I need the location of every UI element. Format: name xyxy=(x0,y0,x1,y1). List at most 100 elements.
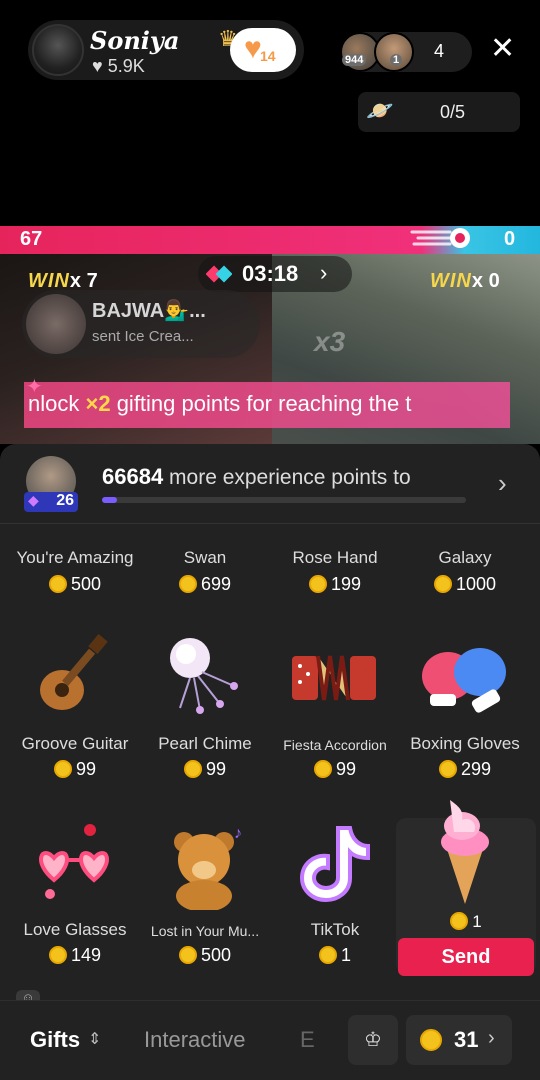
gift-price: 99 xyxy=(10,759,140,780)
coin-icon xyxy=(420,1029,442,1051)
gift-name: Rose Hand xyxy=(292,548,378,567)
coin-icon xyxy=(178,946,197,964)
host-likes: ♥ 5.9K xyxy=(92,56,145,77)
gift-price-value: 1 xyxy=(340,945,351,965)
gift-price: 199 xyxy=(270,574,400,595)
win-right-value: x 0 xyxy=(471,270,500,292)
coin-icon xyxy=(48,575,67,593)
experience-text: 66684 more experience points to xyxy=(102,464,411,490)
love-glasses-icon xyxy=(39,824,109,899)
win-label: WIN xyxy=(28,270,70,292)
coin-icon xyxy=(318,946,337,964)
gift-price: 99 xyxy=(270,759,400,780)
gift-price-value: 99 xyxy=(75,759,97,779)
heart-icon: ♥ xyxy=(92,56,103,76)
gift-price-value: 199 xyxy=(330,574,362,594)
gift-name: Boxing Gloves xyxy=(410,734,520,753)
boxing-gloves-icon xyxy=(422,648,506,713)
gift-price: 149 xyxy=(10,945,140,966)
follow-count: 14 xyxy=(260,48,276,64)
experience-progress-fill xyxy=(102,497,117,503)
bottom-bar: Gifts ⇕ Interactive E ♔ 31 › xyxy=(0,1000,540,1080)
sender-avatar xyxy=(26,294,86,354)
coin-icon xyxy=(183,760,202,778)
diamond-icon: ◆ xyxy=(28,492,39,508)
viewer-badge: 1 xyxy=(390,54,403,66)
battle-score-bar: 67 0 xyxy=(0,226,540,254)
gift-notification: BAJWA💁‍♂️... sent Ice Crea... xyxy=(22,290,260,358)
crown-icon[interactable]: ♔ xyxy=(348,1015,398,1065)
gift-name: Groove Guitar xyxy=(21,734,129,753)
battle-timer[interactable]: 03:18 › xyxy=(198,256,352,292)
planet-icon: 🪐 xyxy=(366,98,394,123)
coin-icon xyxy=(450,912,469,930)
host-name: Soniya xyxy=(90,26,180,55)
viewer-list[interactable]: 944 1 4 xyxy=(340,32,472,72)
ice-cream-icon xyxy=(441,800,489,904)
win-label: WIN xyxy=(430,270,472,292)
gift-price: 1000 xyxy=(400,574,530,595)
score-right: 0 xyxy=(504,228,516,250)
gift-name: Pearl Chime xyxy=(158,734,252,753)
host-info[interactable]: Soniya ♛ ♥ 5.9K ♥ 14 xyxy=(28,20,304,80)
host-avatar[interactable] xyxy=(32,24,84,76)
coin-icon xyxy=(438,760,457,778)
banner-highlight: ×2 xyxy=(85,391,111,416)
sender-name: BAJWA💁‍♂️... xyxy=(92,300,206,322)
timer-text: 03:18 xyxy=(242,261,299,286)
experience-label: more experience points to xyxy=(163,466,411,489)
follow-button[interactable]: ♥ 14 xyxy=(230,28,296,72)
coin-balance[interactable]: 31 › xyxy=(406,1015,512,1065)
banner-text-post: gifting points for reaching the t xyxy=(110,391,412,416)
win-streak-right: WINx 0 xyxy=(430,270,500,293)
gift-notice-text: sent Ice Crea... xyxy=(92,328,194,345)
tab-interactive[interactable]: Interactive xyxy=(144,1027,246,1053)
experience-points: 66684 xyxy=(102,464,164,489)
gift-price: 1 xyxy=(270,945,400,966)
tab-e[interactable]: E xyxy=(300,1027,315,1053)
chime-icon xyxy=(170,638,238,714)
guitar-icon xyxy=(40,634,108,710)
gift-price-value: 699 xyxy=(200,574,232,594)
combo-multiplier: x3 xyxy=(314,326,346,357)
viewer-avatar[interactable] xyxy=(374,32,414,72)
send-button[interactable]: Send xyxy=(398,938,534,976)
gift-name: Swan xyxy=(183,548,227,567)
sort-arrows-icon[interactable]: ⇕ xyxy=(88,1029,101,1049)
accordion-icon xyxy=(292,655,376,701)
gift-name: Galaxy xyxy=(438,548,492,567)
gift-price-value: 299 xyxy=(460,759,492,779)
coin-icon xyxy=(433,575,452,593)
tab-gifts[interactable]: Gifts xyxy=(30,1027,80,1053)
svg-text:♪: ♪ xyxy=(234,825,242,842)
coin-icon xyxy=(178,575,197,593)
treasure-box[interactable]: 🪐 0/5 xyxy=(358,92,520,132)
level-value: 26 xyxy=(56,492,74,509)
coin-icon xyxy=(48,946,67,964)
gift-name: TikTok xyxy=(310,920,360,939)
experience-row[interactable]: 26 ◆ 66684 more experience points to › xyxy=(0,444,540,524)
gift-price-value: 99 xyxy=(205,759,227,779)
coin-balance-value: 31 xyxy=(454,1027,479,1052)
experience-progress xyxy=(102,497,466,503)
viewer-badge: 944 xyxy=(342,54,367,66)
viewer-count: 4 xyxy=(434,41,445,61)
score-left: 67 xyxy=(20,228,43,250)
gift-price-value: 500 xyxy=(200,945,232,965)
host-likes-value: 5.9K xyxy=(107,56,145,76)
banner-text: nlock ×2 gifting points for reaching the… xyxy=(28,391,411,417)
gift-name: Fiesta Accordion xyxy=(283,737,387,753)
close-icon[interactable]: ✕ xyxy=(490,34,515,64)
coin-icon xyxy=(53,760,72,778)
promo-banner: nlock ×2 gifting points for reaching the… xyxy=(24,382,510,428)
chevron-right-icon: › xyxy=(498,468,507,498)
gift-price-value: 99 xyxy=(335,759,357,779)
gift-price: 500 xyxy=(10,574,140,595)
gift-name: Love Glasses xyxy=(23,920,127,939)
gift-price-value: 500 xyxy=(70,574,102,594)
gift-name: You're Amazing xyxy=(16,548,134,567)
selected-gift-price-value: 1 xyxy=(472,912,482,931)
selected-gift-price: 1 xyxy=(396,912,536,932)
chevron-right-icon: › xyxy=(488,1027,495,1049)
streak-icon xyxy=(410,228,470,248)
